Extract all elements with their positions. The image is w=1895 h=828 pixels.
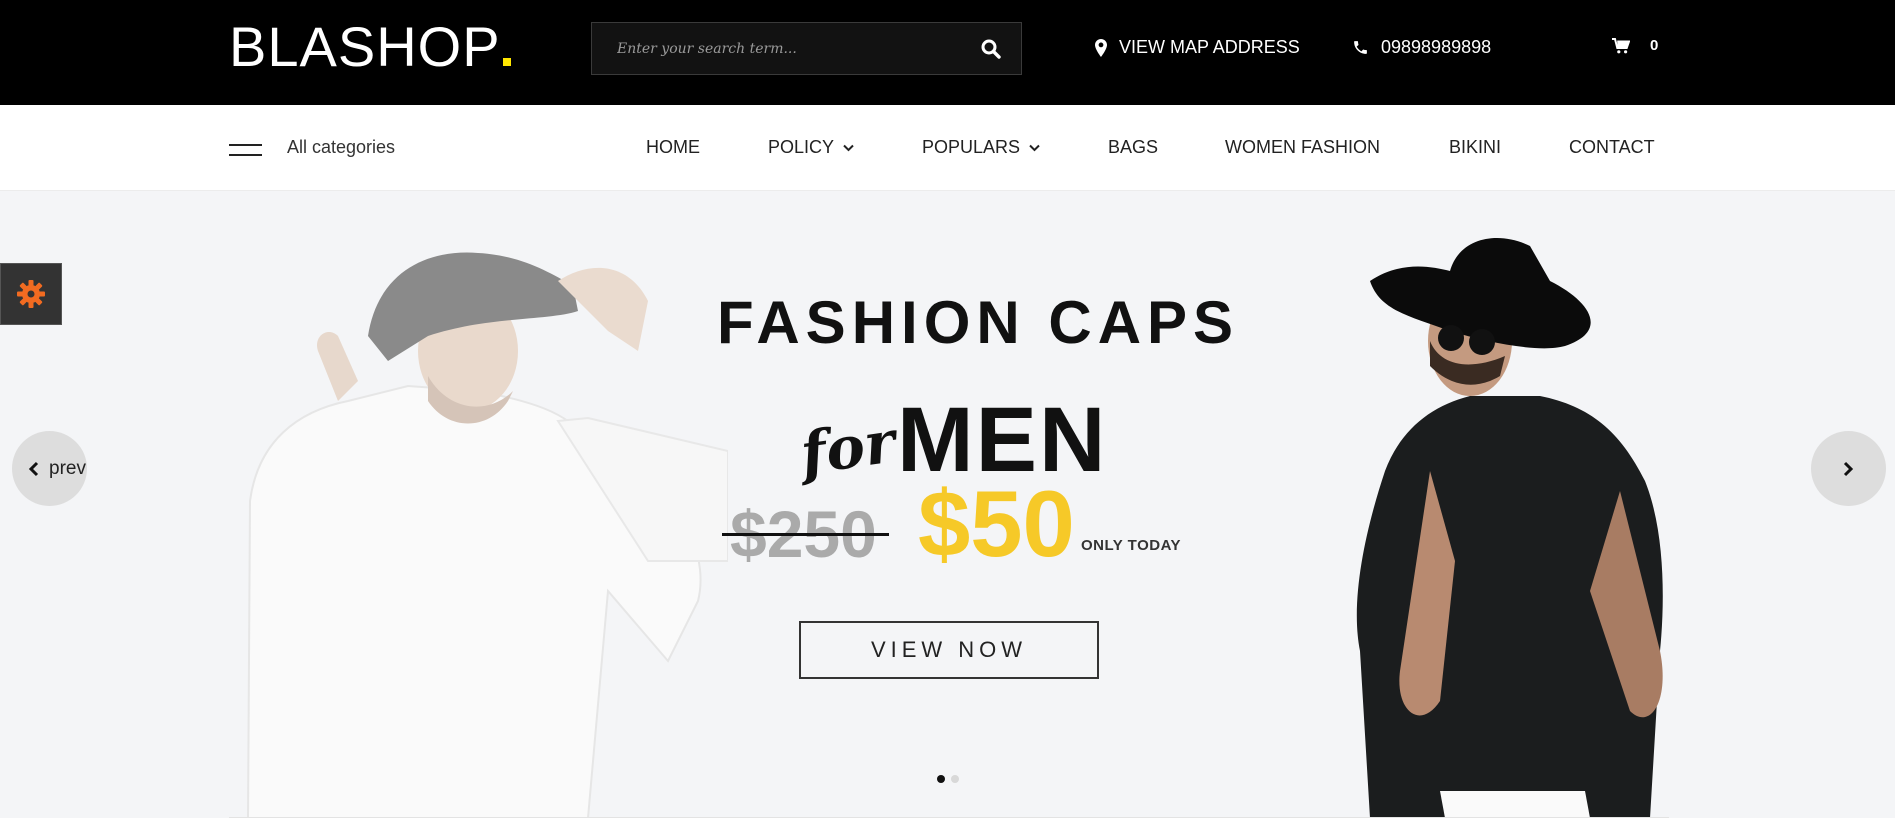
nav-item-label: CONTACT: [1569, 137, 1655, 157]
nav-item-label: WOMEN FASHION: [1225, 137, 1381, 157]
hero-for-text: for: [796, 407, 900, 488]
nav-item-bikini[interactable]: BIKINI: [1449, 137, 1501, 158]
logo-dot: [502, 58, 511, 66]
hero-model-right-image: [1356, 238, 1663, 818]
slider-dot-2[interactable]: [951, 775, 959, 783]
cart-button[interactable]: 0: [1612, 37, 1658, 54]
slider-next-button[interactable]: [1811, 431, 1886, 506]
nav-item-populars[interactable]: POPULARS: [922, 137, 1040, 158]
view-map-link[interactable]: VIEW MAP ADDRESS: [1095, 37, 1300, 58]
search-icon: [981, 39, 1001, 59]
main-nav: All categories HOME POLICY POPULARS BAGS…: [0, 105, 1895, 191]
map-marker-icon: [1095, 38, 1107, 57]
nav-item-home[interactable]: HOME: [646, 137, 700, 158]
nav-item-bags[interactable]: BAGS: [1108, 137, 1158, 158]
new-price: $50: [918, 471, 1075, 576]
nav-item-women-fashion[interactable]: WOMEN FASHION: [1225, 137, 1380, 158]
search-button[interactable]: [961, 23, 1021, 74]
old-price-strike: [722, 533, 889, 536]
nav-item-label: BIKINI: [1449, 137, 1502, 157]
search-input[interactable]: [592, 23, 962, 74]
site-logo[interactable]: BLASHOP: [229, 17, 511, 77]
nav-item-policy[interactable]: POLICY: [768, 137, 854, 158]
nav-item-label: POPULARS: [922, 137, 1021, 157]
phone-icon: [1354, 41, 1367, 54]
chevron-left-icon: [28, 461, 39, 476]
hamburger-menu-icon[interactable]: [229, 141, 262, 157]
slider-dot-1[interactable]: [937, 775, 945, 783]
nav-item-label: POLICY: [768, 137, 835, 157]
chevron-down-icon: [1029, 144, 1040, 151]
nav-item-contact[interactable]: CONTACT: [1569, 137, 1655, 158]
price-note: ONLY TODAY: [1081, 537, 1182, 554]
search-bar: [591, 22, 1022, 75]
hero-model-left-image: [246, 252, 728, 818]
hero-title: FASHION CAPS: [717, 289, 1240, 356]
gear-icon: [17, 280, 45, 308]
slider-prev-button[interactable]: prev: [12, 431, 87, 506]
phone-number: 09898989898: [1381, 37, 1492, 57]
hero-bottom-divider: [229, 817, 1669, 818]
top-header: BLASHOP VIEW MAP ADDRESS 09898989898 0: [0, 0, 1895, 105]
view-now-button[interactable]: VIEW NOW: [799, 621, 1099, 679]
nav-item-label: HOME: [646, 137, 700, 157]
phone-link[interactable]: 09898989898: [1352, 37, 1491, 58]
settings-button[interactable]: [0, 263, 62, 325]
chevron-down-icon: [843, 144, 854, 151]
shopping-cart-icon: [1612, 37, 1630, 53]
slider-dots: [937, 775, 959, 783]
cart-count: 0: [1650, 37, 1659, 54]
nav-item-label: BAGS: [1108, 137, 1159, 157]
view-map-label: VIEW MAP ADDRESS: [1119, 37, 1300, 57]
logo-text: BLASHOP: [229, 15, 501, 78]
slider-prev-label: prev: [49, 457, 86, 479]
chevron-right-icon: [1843, 461, 1854, 476]
all-categories-button[interactable]: All categories: [287, 137, 395, 158]
